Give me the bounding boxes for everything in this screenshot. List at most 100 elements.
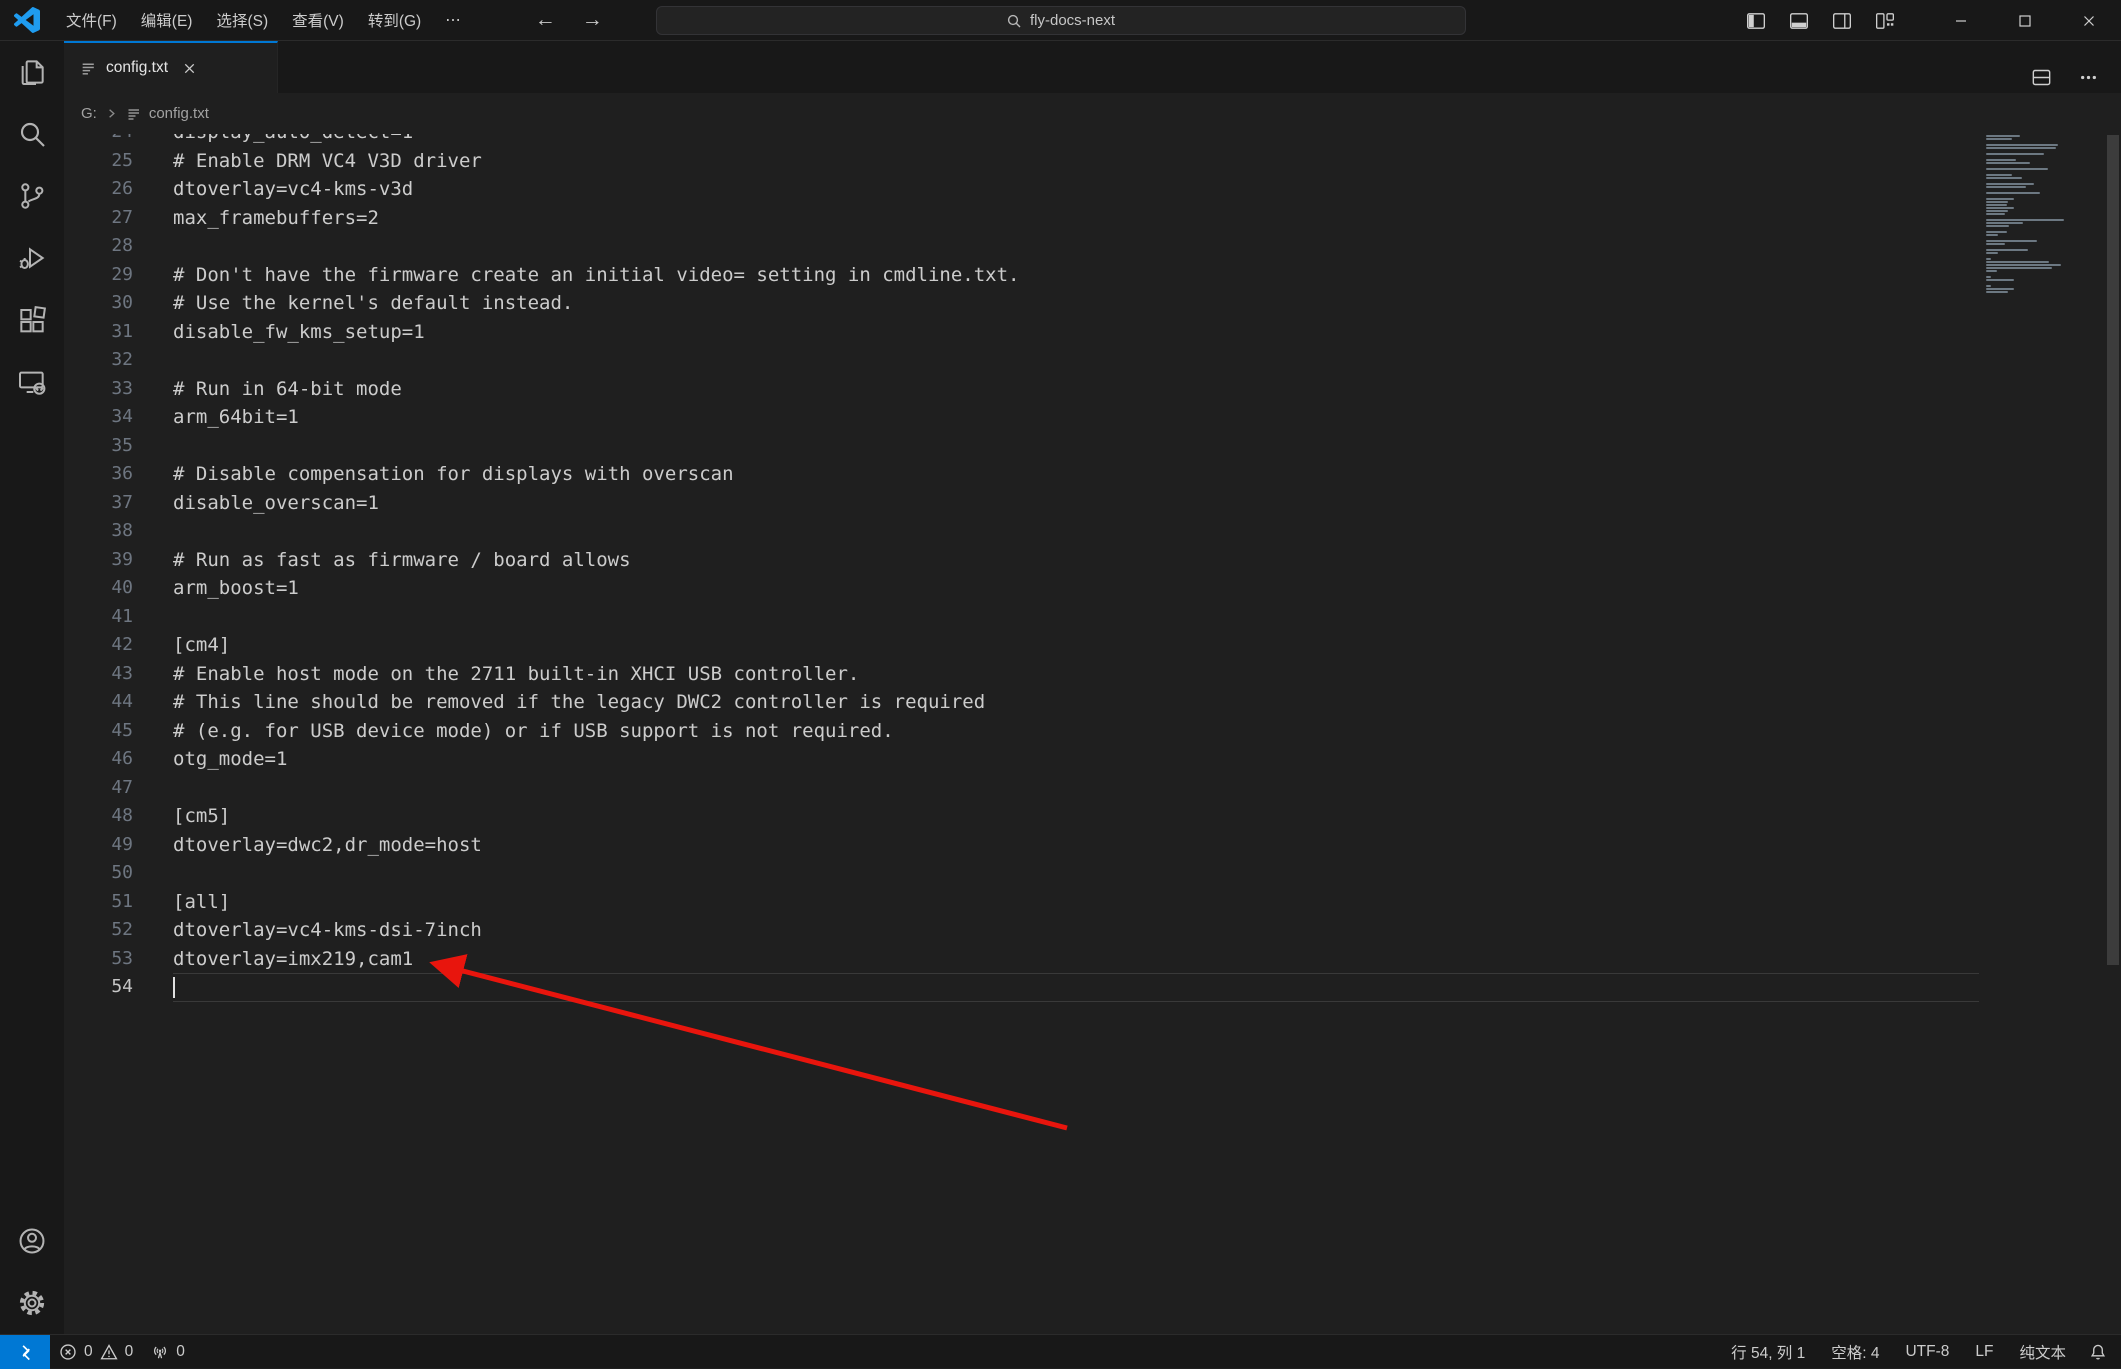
code-line-54[interactable]: 54 <box>64 973 2121 1002</box>
code-line-36[interactable]: 36# Disable compensation for displays wi… <box>64 460 2121 489</box>
minimap[interactable] <box>1986 135 2070 297</box>
status-language-mode[interactable]: 纯文本 <box>2006 1335 2079 1368</box>
line-number: 25 <box>64 147 173 176</box>
minimap-line <box>1986 177 2022 179</box>
editor-pane[interactable]: 24display_auto_detect=125# Enable DRM VC… <box>64 93 2121 1334</box>
line-number: 39 <box>64 546 173 575</box>
breadcrumb-drive[interactable]: G: <box>81 105 97 122</box>
toggle-secondary-sidebar-icon[interactable] <box>1832 11 1852 31</box>
code-line-26[interactable]: 26dtoverlay=vc4-kms-v3d <box>64 175 2121 204</box>
code-line-47[interactable]: 47 <box>64 774 2121 803</box>
minimize-icon <box>1952 12 1970 30</box>
sidebar-item-remote-explorer[interactable] <box>0 351 64 413</box>
code-line-49[interactable]: 49dtoverlay=dwc2,dr_mode=host <box>64 831 2121 860</box>
code-line-38[interactable]: 38 <box>64 517 2121 546</box>
vertical-scrollbar[interactable] <box>2107 135 2119 965</box>
code-line-51[interactable]: 51[all] <box>64 888 2121 917</box>
tab-config-txt[interactable]: config.txt <box>64 41 278 93</box>
status-cursor-position[interactable]: 行 54, 列 1 <box>1718 1335 1818 1368</box>
code-line-53[interactable]: 53dtoverlay=imx219,cam1 <box>64 945 2121 974</box>
minimap-line <box>1986 222 2023 224</box>
code-line-27[interactable]: 27max_framebuffers=2 <box>64 204 2121 233</box>
split-editor-icon[interactable] <box>2031 67 2052 88</box>
line-text: otg_mode=1 <box>173 745 1979 774</box>
sidebar-item-explorer[interactable] <box>0 41 64 103</box>
line-text: arm_64bit=1 <box>173 403 1979 432</box>
editor-tab-bar: config.txt <box>64 41 2121 93</box>
sidebar-item-run-debug[interactable] <box>0 227 64 289</box>
minimap-line <box>1986 264 2061 266</box>
menu-item-4[interactable]: 转到(G) <box>356 4 433 36</box>
layout-controls <box>1746 11 1895 31</box>
menu-item-0[interactable]: 文件(F) <box>54 4 129 36</box>
code-line-45[interactable]: 45# (e.g. for USB device mode) or if USB… <box>64 717 2121 746</box>
minimize-button[interactable] <box>1929 0 1993 41</box>
sidebar-item-extensions[interactable] <box>0 289 64 351</box>
minimap-line <box>1986 213 2005 215</box>
command-center-search[interactable]: fly-docs-next <box>656 6 1466 35</box>
line-number: 29 <box>64 261 173 290</box>
code-line-43[interactable]: 43# Enable host mode on the 2711 built-i… <box>64 660 2121 689</box>
remote-indicator[interactable] <box>0 1335 50 1369</box>
radio-tower-icon <box>151 1343 169 1361</box>
code-line-41[interactable]: 41 <box>64 603 2121 632</box>
sidebar-item-source-control[interactable] <box>0 165 64 227</box>
line-text: # (e.g. for USB device mode) or if USB s… <box>173 717 1979 746</box>
menu-item-2[interactable]: 选择(S) <box>204 4 280 36</box>
line-text: # Don't have the firmware create an init… <box>173 261 1979 290</box>
code-line-29[interactable]: 29# Don't have the firmware create an in… <box>64 261 2121 290</box>
code-line-44[interactable]: 44# This line should be removed if the l… <box>64 688 2121 717</box>
minimap-line <box>1986 279 2014 281</box>
code-line-30[interactable]: 30# Use the kernel's default instead. <box>64 289 2121 318</box>
code-line-40[interactable]: 40arm_boost=1 <box>64 574 2121 603</box>
toggle-primary-sidebar-icon[interactable] <box>1746 11 1766 31</box>
menu-item-5[interactable]: ⋯ <box>433 6 473 35</box>
line-text <box>173 432 1979 461</box>
settings-button[interactable] <box>0 1272 64 1334</box>
bell-icon[interactable] <box>2089 1343 2107 1361</box>
code-line-46[interactable]: 46otg_mode=1 <box>64 745 2121 774</box>
menu-item-3[interactable]: 查看(V) <box>280 4 356 36</box>
code-line-35[interactable]: 35 <box>64 432 2121 461</box>
toggle-panel-icon[interactable] <box>1789 11 1809 31</box>
menu-item-1[interactable]: 编辑(E) <box>129 4 205 36</box>
code-line-52[interactable]: 52dtoverlay=vc4-kms-dsi-7inch <box>64 916 2121 945</box>
ports-status[interactable]: 0 <box>142 1335 194 1368</box>
code-line-25[interactable]: 25# Enable DRM VC4 V3D driver <box>64 147 2121 176</box>
close-window-button[interactable] <box>2057 0 2121 41</box>
code-line-34[interactable]: 34arm_64bit=1 <box>64 403 2121 432</box>
line-number: 37 <box>64 489 173 518</box>
code-line-33[interactable]: 33# Run in 64-bit mode <box>64 375 2121 404</box>
customize-layout-icon[interactable] <box>1875 11 1895 31</box>
maximize-button[interactable] <box>1993 0 2057 41</box>
status-encoding[interactable]: UTF-8 <box>1892 1335 1962 1368</box>
error-circle-icon <box>59 1343 77 1361</box>
ports-count: 0 <box>176 1343 185 1361</box>
minimap-line <box>1986 174 2012 176</box>
file-lines-icon <box>126 106 142 122</box>
code-line-37[interactable]: 37disable_overscan=1 <box>64 489 2121 518</box>
code-line-28[interactable]: 28 <box>64 232 2121 261</box>
code-line-31[interactable]: 31disable_fw_kms_setup=1 <box>64 318 2121 347</box>
account-button[interactable] <box>0 1210 64 1272</box>
status-indentation[interactable]: 空格: 4 <box>1818 1335 1892 1368</box>
line-number: 50 <box>64 859 173 888</box>
sidebar-item-search[interactable] <box>0 103 64 165</box>
code-line-39[interactable]: 39# Run as fast as firmware / board allo… <box>64 546 2121 575</box>
close-tab-icon[interactable] <box>182 61 197 76</box>
line-number: 35 <box>64 432 173 461</box>
line-text: [cm4] <box>173 631 1979 660</box>
code-line-48[interactable]: 48[cm5] <box>64 802 2121 831</box>
navigate-forward-icon[interactable]: → <box>582 8 603 32</box>
minimap-line <box>1986 231 2007 233</box>
problems-status[interactable]: 0 0 <box>50 1335 142 1368</box>
line-text: [all] <box>173 888 1979 917</box>
navigate-back-icon[interactable]: ← <box>535 8 556 32</box>
line-text: # Disable compensation for displays with… <box>173 460 1979 489</box>
code-line-32[interactable]: 32 <box>64 346 2121 375</box>
code-line-50[interactable]: 50 <box>64 859 2121 888</box>
code-line-42[interactable]: 42[cm4] <box>64 631 2121 660</box>
more-actions-icon[interactable] <box>2078 67 2099 88</box>
status-eol[interactable]: LF <box>1962 1335 2006 1368</box>
breadcrumb-file[interactable]: config.txt <box>149 105 209 122</box>
